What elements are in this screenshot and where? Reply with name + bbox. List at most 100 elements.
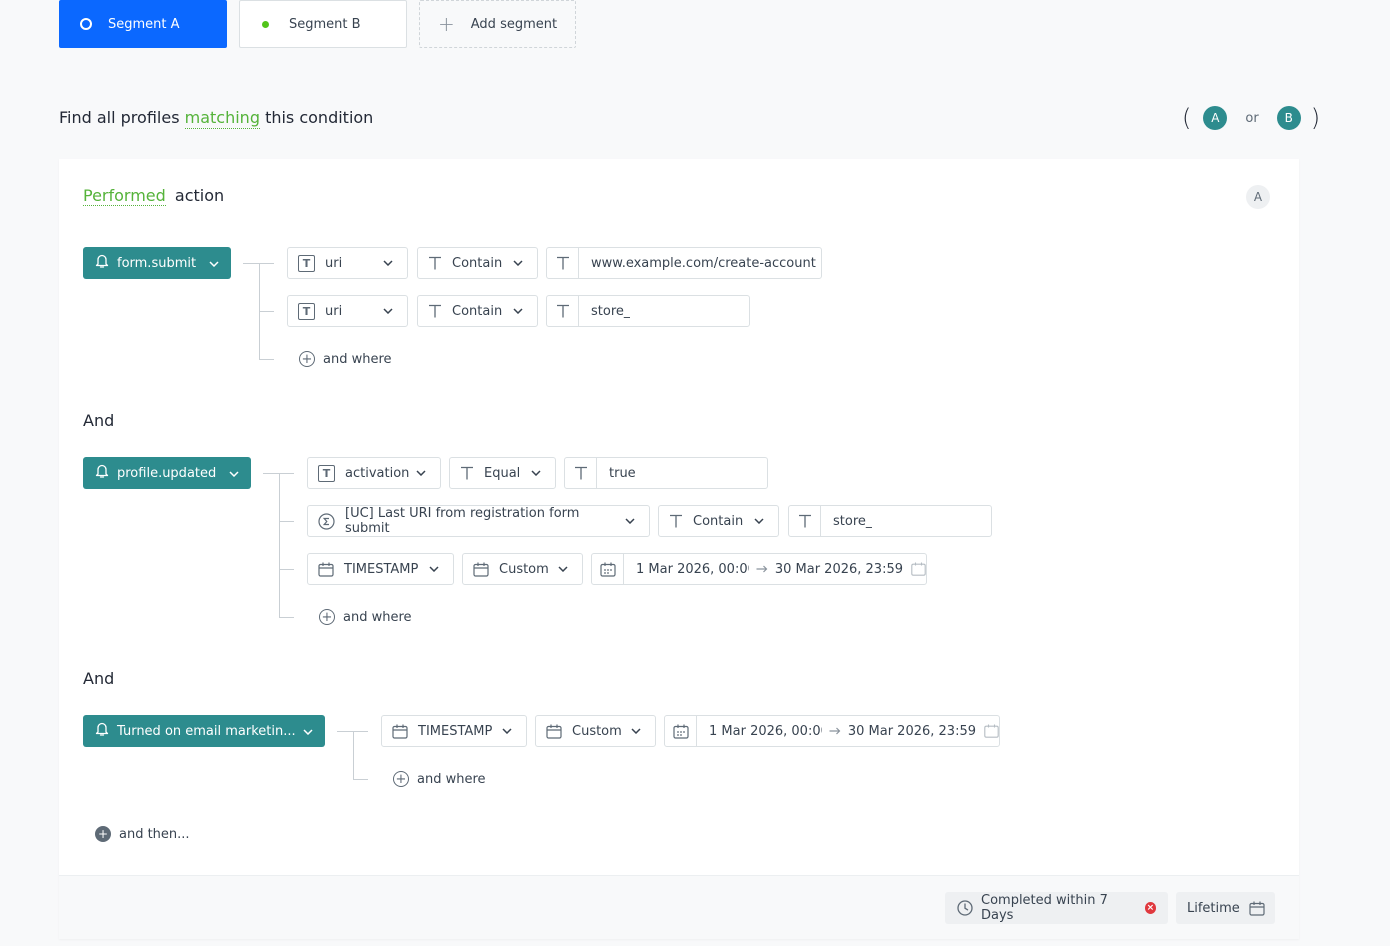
- condition-title: Performed action: [83, 186, 225, 206]
- operator-dropdown[interactable]: Contain: [417, 247, 538, 279]
- operator-dropdown[interactable]: Equal: [449, 457, 556, 489]
- group-badge-b[interactable]: B: [1276, 106, 1301, 130]
- arrow-right-icon: [756, 562, 768, 577]
- matching-selector[interactable]: matching: [184, 108, 260, 129]
- chevron-down-icon: [513, 260, 523, 266]
- plus-circle-icon: +: [319, 609, 335, 625]
- tree-connector: [279, 473, 280, 617]
- event-selector-form-submit[interactable]: form.submit: [83, 247, 231, 279]
- chevron-down-icon: [625, 518, 635, 524]
- chevron-down-icon: [531, 470, 541, 476]
- chevron-down-icon: [631, 728, 641, 734]
- arrow-right-icon: [829, 724, 841, 739]
- lifetime-filter[interactable]: Lifetime: [1176, 892, 1275, 924]
- value-input[interactable]: store_: [788, 505, 992, 537]
- value-input[interactable]: true: [564, 457, 768, 489]
- and-operator[interactable]: And: [83, 411, 114, 430]
- text-type-icon: [547, 296, 579, 326]
- bell-icon: [95, 721, 109, 741]
- calendar-grid-icon: [665, 716, 697, 746]
- operator-dropdown[interactable]: Contain: [417, 295, 538, 327]
- bell-icon: [95, 253, 109, 273]
- plus-circle-icon: +: [299, 351, 315, 367]
- and-where-button[interactable]: + and where: [299, 351, 392, 367]
- value-input[interactable]: store_: [546, 295, 750, 327]
- group-badge-a[interactable]: A: [1203, 106, 1228, 130]
- remove-icon[interactable]: ×: [1144, 902, 1156, 914]
- param-dropdown[interactable]: TIMESTAMP: [381, 715, 527, 747]
- chevron-down-icon: [383, 308, 393, 314]
- group-indicator: ( A or B ): [1182, 104, 1321, 132]
- segment-radio-icon: [80, 18, 92, 30]
- event-selector-email-marketing[interactable]: Turned on email marketin...: [83, 715, 325, 747]
- sigma-icon: [318, 512, 335, 530]
- tree-connector: [259, 311, 274, 312]
- group-operator[interactable]: or: [1245, 111, 1258, 126]
- calendar-grid-icon: [592, 554, 624, 584]
- param-dropdown[interactable]: [UC] Last URI from registration form sub…: [307, 505, 650, 537]
- tree-connector: [279, 569, 294, 570]
- text-operator-icon: [669, 514, 683, 528]
- text-type-icon: [547, 248, 579, 278]
- tree-connector: [259, 359, 274, 360]
- tab-label: Segment B: [289, 16, 361, 32]
- calendar-icon: [392, 724, 408, 739]
- param-dropdown[interactable]: T uri: [287, 247, 408, 279]
- plus-circle-filled-icon: +: [95, 826, 111, 842]
- text-type-icon: [565, 458, 597, 488]
- event-selector-profile-updated[interactable]: profile.updated: [83, 457, 251, 489]
- tree-connector: [353, 731, 354, 779]
- chevron-down-icon: [513, 308, 523, 314]
- calendar-icon: [318, 562, 334, 577]
- text-operator-icon: [428, 256, 442, 270]
- date-mode-dropdown[interactable]: Custom: [462, 553, 583, 585]
- and-operator[interactable]: And: [83, 669, 114, 688]
- text-type-icon: [789, 506, 821, 536]
- bell-icon: [95, 463, 109, 483]
- date-range-input[interactable]: 1 Mar 2026, 00:00 30 Mar 2026, 23:59: [591, 553, 927, 585]
- date-to: 30 Mar 2026, 23:59: [847, 723, 976, 739]
- chevron-down-icon: [209, 256, 219, 271]
- tab-label: Segment A: [108, 16, 180, 32]
- and-then-button[interactable]: + and then...: [95, 826, 190, 842]
- date-from: 1 Mar 2026, 00:00: [636, 561, 749, 577]
- event-label: Turned on email marketin...: [117, 723, 296, 739]
- calendar-icon: [1249, 901, 1265, 916]
- date-mode-dropdown[interactable]: Custom: [535, 715, 656, 747]
- date-range-input[interactable]: 1 Mar 2026, 00:00 30 Mar 2026, 23:59: [664, 715, 1000, 747]
- text-type-icon: T: [318, 464, 335, 482]
- and-where-button[interactable]: + and where: [319, 609, 412, 625]
- clock-icon: [957, 900, 973, 916]
- text-type-icon: T: [298, 254, 315, 272]
- event-label: form.submit: [117, 255, 197, 271]
- event-label: profile.updated: [117, 465, 217, 481]
- tree-connector: [279, 617, 294, 618]
- value-input[interactable]: www.example.com/create-account: [546, 247, 822, 279]
- text-type-icon: T: [298, 302, 315, 320]
- text-operator-icon: [428, 304, 442, 318]
- param-dropdown[interactable]: T uri: [287, 295, 408, 327]
- calendar-icon: [546, 724, 562, 739]
- calendar-icon: [984, 724, 999, 738]
- chevron-down-icon: [383, 260, 393, 266]
- chevron-down-icon: [416, 470, 426, 476]
- text-operator-icon: [460, 466, 474, 480]
- calendar-icon: [911, 562, 926, 576]
- tab-segment-b[interactable]: Segment B: [239, 0, 407, 48]
- performed-selector[interactable]: Performed: [83, 186, 166, 206]
- param-dropdown[interactable]: TIMESTAMP: [307, 553, 454, 585]
- plus-icon: +: [438, 12, 455, 36]
- and-where-button[interactable]: + and where: [393, 771, 486, 787]
- operator-dropdown[interactable]: Contain: [658, 505, 779, 537]
- completed-within-filter[interactable]: Completed within 7 Days ×: [945, 892, 1168, 924]
- chevron-down-icon: [429, 566, 439, 572]
- param-dropdown[interactable]: T activation: [307, 457, 441, 489]
- add-segment-label: Add segment: [470, 16, 558, 32]
- chevron-down-icon: [502, 728, 512, 734]
- add-segment-button[interactable]: + Add segment: [419, 0, 576, 48]
- chevron-down-icon: [229, 466, 239, 481]
- chevron-down-icon: [754, 518, 764, 524]
- tree-connector: [279, 521, 294, 522]
- tab-segment-a[interactable]: Segment A: [59, 0, 227, 48]
- page-title: Find all profiles matching this conditio…: [59, 108, 374, 129]
